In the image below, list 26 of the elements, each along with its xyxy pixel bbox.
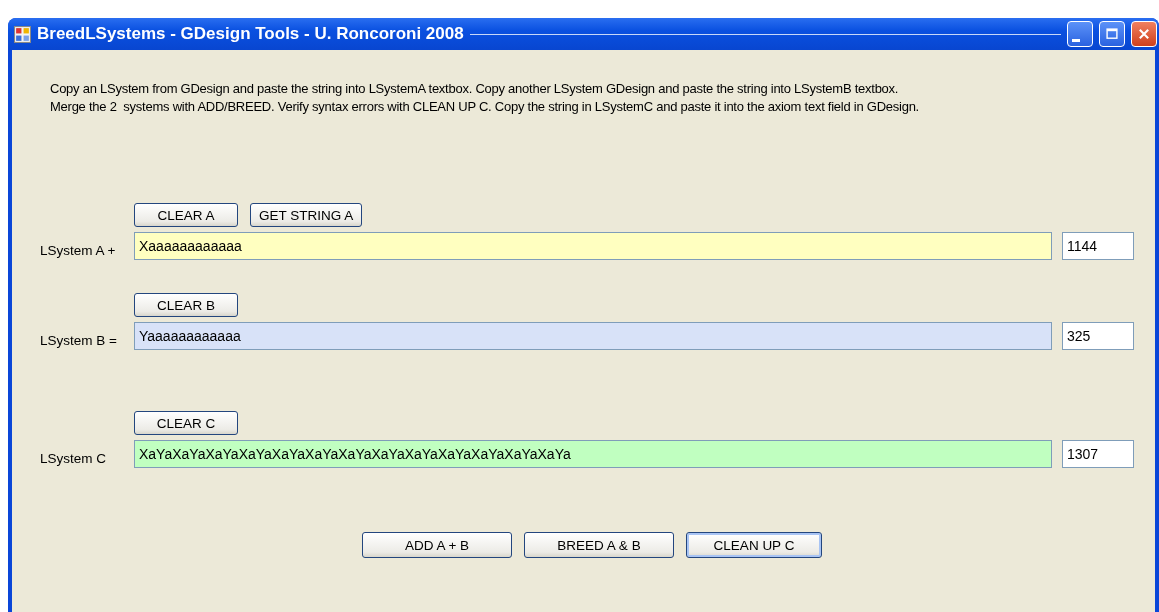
maximize-icon bbox=[1105, 27, 1119, 41]
lsystem-field[interactable]: Yaaaaaaaaaaaa bbox=[134, 322, 1052, 350]
instructions-text: Merge the 2 systems with ADD/BREED. Verify syntax errors with CLEAN UP C. Copy the string in LSystemC and paste it into the axiom text field in GDesign. bbox=[50, 98, 919, 116]
system-label: LSystem C bbox=[39, 450, 108, 466]
system-label: LSystem B = bbox=[39, 332, 118, 348]
instructions-text: Copy an LSystem from GDesign and paste the string into LSystemA textbox. Copy another LSystem GDesign and paste the string into LSystemB textbox. bbox=[50, 80, 899, 98]
push-button[interactable]: CLEAR B bbox=[134, 293, 238, 317]
count-field[interactable]: 1144 bbox=[1062, 232, 1134, 260]
lsystem-field[interactable]: XaYaXaYaXaYaXaYaXaYaXaYaXaYaXaYaXaYaXaYaXaYaXaYaXaYa bbox=[134, 440, 1052, 468]
lsystem-field[interactable]: Xaaaaaaaaaaaa bbox=[134, 232, 1052, 260]
push-button[interactable]: GET STRING A bbox=[250, 203, 363, 227]
count-field[interactable]: 325 bbox=[1062, 322, 1134, 350]
action-button[interactable]: ADD A + B bbox=[362, 532, 512, 558]
maximize-button[interactable] bbox=[1099, 21, 1125, 47]
action-button[interactable]: BREED A & B bbox=[524, 532, 674, 558]
minimize-icon bbox=[1072, 38, 1080, 42]
count-field[interactable]: 1307 bbox=[1062, 440, 1134, 468]
system-label: LSystem A + bbox=[39, 242, 117, 258]
minimize-button[interactable] bbox=[1067, 21, 1093, 47]
push-button[interactable]: CLEAR C bbox=[134, 411, 238, 435]
action-button[interactable]: CLEAN UP C bbox=[686, 532, 822, 558]
window-title: BreedLSystems - GDesign Tools - U. Roncoroni 2008 bbox=[37, 24, 464, 44]
close-icon bbox=[1137, 27, 1151, 41]
close-button[interactable] bbox=[1131, 21, 1157, 47]
push-button[interactable]: CLEAR A bbox=[134, 203, 238, 227]
app-icon bbox=[14, 25, 31, 43]
